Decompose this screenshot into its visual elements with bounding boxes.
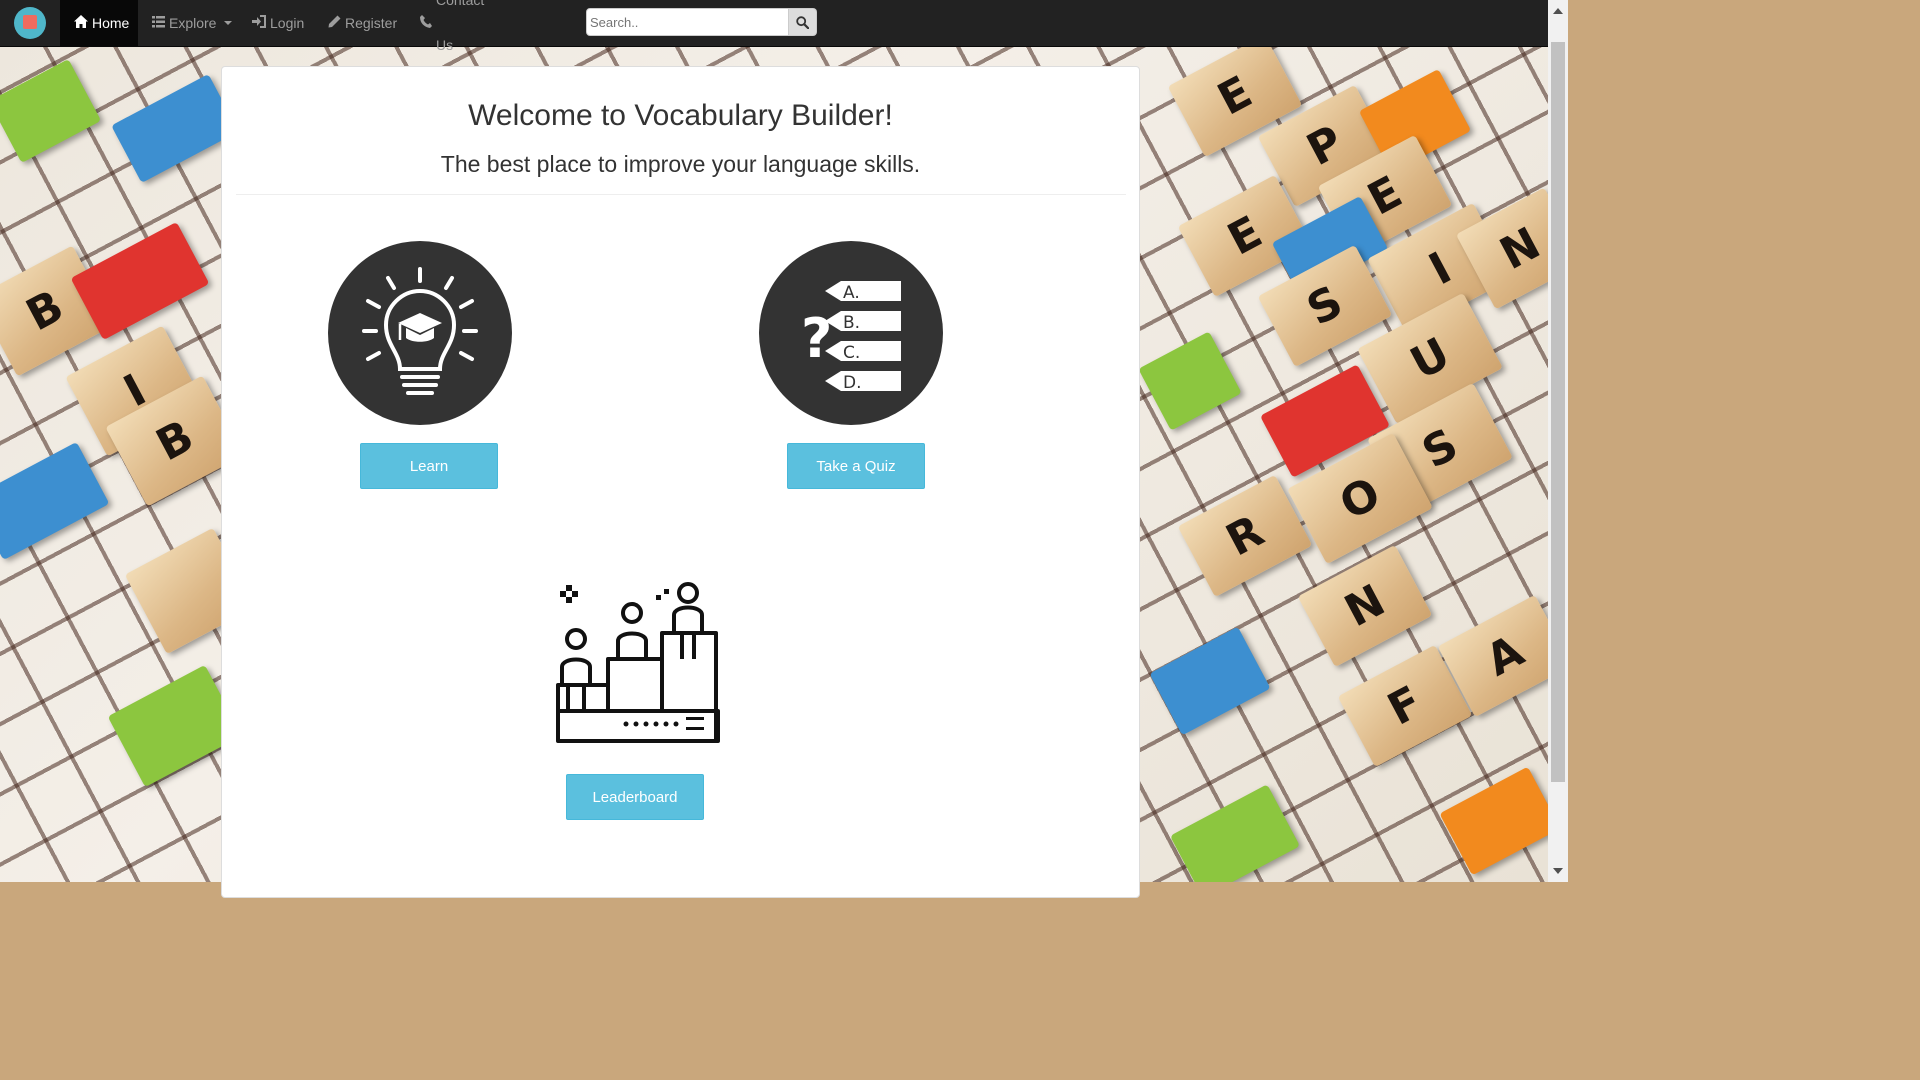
search-icon [796, 15, 809, 29]
quiz-option-b: B. [843, 313, 860, 333]
divider [236, 194, 1126, 195]
learn-button[interactable]: Learn [360, 443, 498, 489]
list-icon [152, 1, 165, 46]
pencil-icon [328, 1, 341, 46]
page-scrollbar[interactable] [1548, 0, 1568, 882]
take-quiz-button-label: Take a Quiz [816, 457, 896, 475]
nav-contact-label: Contact Us [436, 0, 485, 53]
podium-icon [556, 582, 720, 743]
svg-text:?: ? [801, 307, 832, 370]
quiz-option-d: D. [843, 373, 862, 393]
page-title: Welcome to Vocabulary Builder! [468, 99, 893, 132]
welcome-panel: Welcome to Vocabulary Builder! The best … [221, 66, 1140, 898]
scroll-down-arrow-icon[interactable] [1553, 868, 1563, 874]
leaderboard-button-label: Leaderboard [592, 788, 678, 806]
home-icon [74, 1, 88, 46]
caret-down-icon [224, 21, 233, 25]
quiz-option-a: A. [843, 283, 860, 303]
nav-login[interactable]: Login [238, 0, 314, 46]
nav-home-label: Home [92, 14, 130, 31]
search-button[interactable] [789, 8, 817, 36]
page-subtitle: The best place to improve your language … [440, 151, 921, 177]
scroll-up-arrow-icon[interactable] [1553, 8, 1563, 14]
nav-explore-dropdown[interactable]: Explore [138, 0, 238, 46]
search-input[interactable] [586, 8, 789, 36]
nav-register-label: Register [345, 14, 398, 31]
nav-home[interactable]: Home [60, 0, 138, 46]
lightbulb-graduation-icon [328, 241, 512, 425]
quiz-options-icon: ? A. B. C. D. [759, 241, 943, 425]
nav-login-label: Login [270, 14, 305, 31]
login-icon [252, 1, 266, 46]
search-bar [586, 8, 817, 36]
scroll-thumb[interactable] [1551, 42, 1565, 782]
take-quiz-button[interactable]: Take a Quiz [787, 443, 925, 489]
top-navbar: Home Explore Login Register Contact Us [0, 0, 1548, 53]
nav-register[interactable]: Register [314, 0, 406, 46]
book-logo-icon[interactable] [14, 7, 46, 39]
nav-explore-label: Explore [169, 14, 217, 31]
nav-contact-us[interactable]: Contact Us [406, 0, 514, 53]
phone-icon [420, 1, 432, 46]
quiz-option-c: C. [843, 343, 860, 363]
leaderboard-button[interactable]: Leaderboard [566, 774, 704, 820]
learn-button-label: Learn [409, 457, 449, 475]
